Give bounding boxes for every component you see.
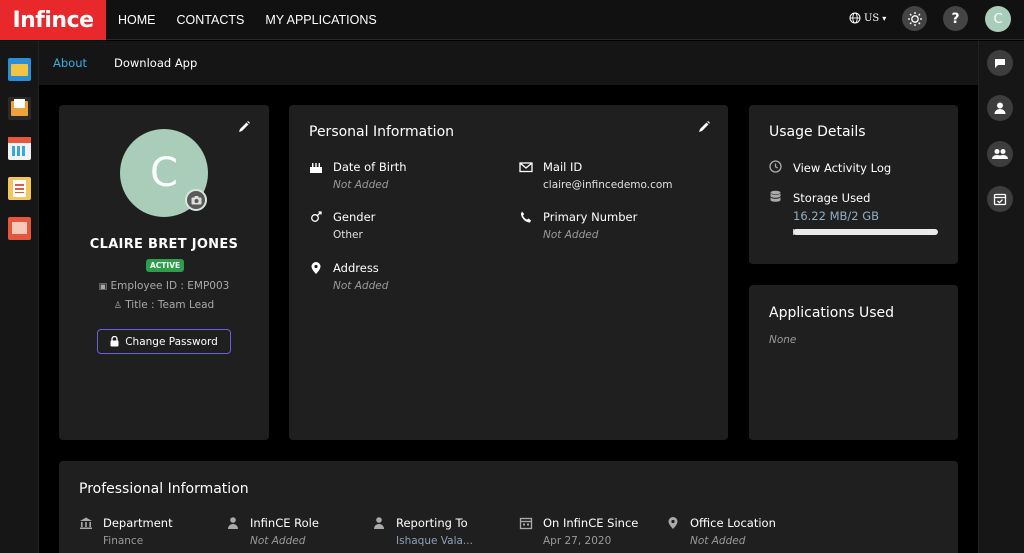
storage-value: 16.22 MB/2 GB <box>793 209 880 223</box>
gender-value: Other <box>333 229 363 241</box>
office-value: Not Added <box>690 535 746 547</box>
group-icon <box>992 149 1008 159</box>
clock-icon <box>769 160 782 173</box>
address-label: Address <box>333 261 379 275</box>
sub-tabs: About Download App <box>39 41 978 85</box>
role-label: InfinCE Role <box>250 516 319 530</box>
team-button[interactable] <box>987 141 1013 167</box>
since-value: Apr 27, 2020 <box>543 535 612 547</box>
phone-icon <box>520 211 532 223</box>
slides-app-icon[interactable] <box>8 217 31 240</box>
mail-app-icon[interactable] <box>8 97 31 120</box>
top-bar: Infince HOME CONTACTS MY APPLICATIONS US… <box>0 0 1024 40</box>
person-icon <box>374 517 384 529</box>
person-icon: ♙ <box>113 301 122 311</box>
profile-card: C CLAIRE BRET JONES ACTIVE ▣ Employee ID… <box>59 105 269 440</box>
job-title: Title : Team Lead <box>125 299 215 311</box>
theme-toggle-button[interactable] <box>902 6 927 31</box>
files-app-icon[interactable] <box>8 58 31 81</box>
calendar-icon <box>519 517 533 530</box>
change-password-label: Change Password <box>125 335 218 348</box>
applications-used-value: None <box>769 334 797 346</box>
sun-icon <box>907 11 922 26</box>
language-label: US <box>864 12 880 24</box>
change-photo-button[interactable] <box>185 189 207 211</box>
location-pin-icon <box>311 262 321 274</box>
nav-my-applications[interactable]: MY APPLICATIONS <box>265 13 376 27</box>
left-app-sidebar <box>0 41 39 553</box>
camera-icon <box>191 195 201 204</box>
user-role-icon <box>228 517 238 529</box>
profile-name: CLAIRE BRET JONES <box>89 237 239 252</box>
storage-progress-fill <box>793 229 795 235</box>
building-icon <box>80 517 92 529</box>
professional-info-title: Professional Information <box>79 481 249 497</box>
usage-details-card: Usage Details View Activity Log Storage … <box>749 105 958 264</box>
globe-icon <box>849 12 861 24</box>
tasks-app-icon[interactable] <box>8 177 31 200</box>
dob-label: Date of Birth <box>333 160 407 174</box>
database-icon <box>770 190 781 202</box>
chat-icon <box>995 59 1005 68</box>
mail-icon <box>519 162 533 173</box>
role-value: Not Added <box>250 535 306 547</box>
employee-id-row: ▣ Employee ID : EMP003 <box>59 280 269 292</box>
chat-button[interactable] <box>987 50 1013 76</box>
employee-id: Employee ID : EMP003 <box>110 280 230 292</box>
tab-download-app[interactable]: Download App <box>114 56 197 70</box>
cake-icon <box>310 163 322 173</box>
reporting-label: Reporting To <box>396 516 468 530</box>
gender-label: Gender <box>333 210 376 224</box>
applications-used-title: Applications Used <box>769 305 895 321</box>
job-title-row: ♙ Title : Team Lead <box>59 299 269 311</box>
reporting-value[interactable]: Ishaque Vala... <box>396 535 473 547</box>
applications-used-card: Applications Used None <box>749 285 958 440</box>
user-avatar[interactable]: C <box>985 6 1011 32</box>
usage-title: Usage Details <box>769 124 866 140</box>
nav-home[interactable]: HOME <box>118 13 156 27</box>
calendar-check-button[interactable] <box>987 186 1013 212</box>
mail-value: claire@infincedemo.com <box>543 179 673 191</box>
language-selector[interactable]: US ▾ <box>849 12 886 24</box>
app-logo[interactable]: Infince <box>0 0 106 40</box>
status-badge: ACTIVE <box>146 259 185 272</box>
personal-info-card: Personal Information Date of Birth Not A… <box>289 105 728 440</box>
calendar-check-icon <box>993 193 1007 206</box>
professional-info-card: Professional Information Department Fina… <box>59 461 958 553</box>
help-label: ? <box>951 10 960 27</box>
since-label: On InfinCE Since <box>543 516 639 530</box>
tab-about[interactable]: About <box>53 56 87 70</box>
chevron-down-icon: ▾ <box>882 13 887 23</box>
profile-button[interactable] <box>987 95 1013 121</box>
personal-info-title: Personal Information <box>309 124 455 140</box>
address-value: Not Added <box>333 280 389 292</box>
edit-icon[interactable] <box>697 120 711 134</box>
edit-icon[interactable] <box>237 120 251 134</box>
user-icon <box>994 102 1006 114</box>
help-button[interactable]: ? <box>943 6 968 31</box>
change-password-button[interactable]: Change Password <box>97 329 231 354</box>
office-label: Office Location <box>690 516 776 530</box>
mail-label: Mail ID <box>543 160 583 174</box>
storage-label: Storage Used <box>793 191 871 205</box>
location-pin-icon <box>668 517 678 529</box>
department-label: Department <box>103 516 173 530</box>
right-sidebar <box>978 41 1024 553</box>
department-value: Finance <box>103 535 144 547</box>
phone-value: Not Added <box>543 229 599 241</box>
id-card-icon: ▣ <box>98 282 108 292</box>
dob-value: Not Added <box>333 179 389 191</box>
storage-progress-bar <box>793 229 938 235</box>
lock-icon <box>110 336 119 347</box>
gender-icon <box>311 211 322 222</box>
activity-log-label: View Activity Log <box>793 161 892 175</box>
phone-label: Primary Number <box>543 210 638 224</box>
calendar-app-icon[interactable] <box>8 137 31 160</box>
main-nav: HOME CONTACTS MY APPLICATIONS <box>118 0 398 40</box>
nav-contacts[interactable]: CONTACTS <box>177 13 245 27</box>
